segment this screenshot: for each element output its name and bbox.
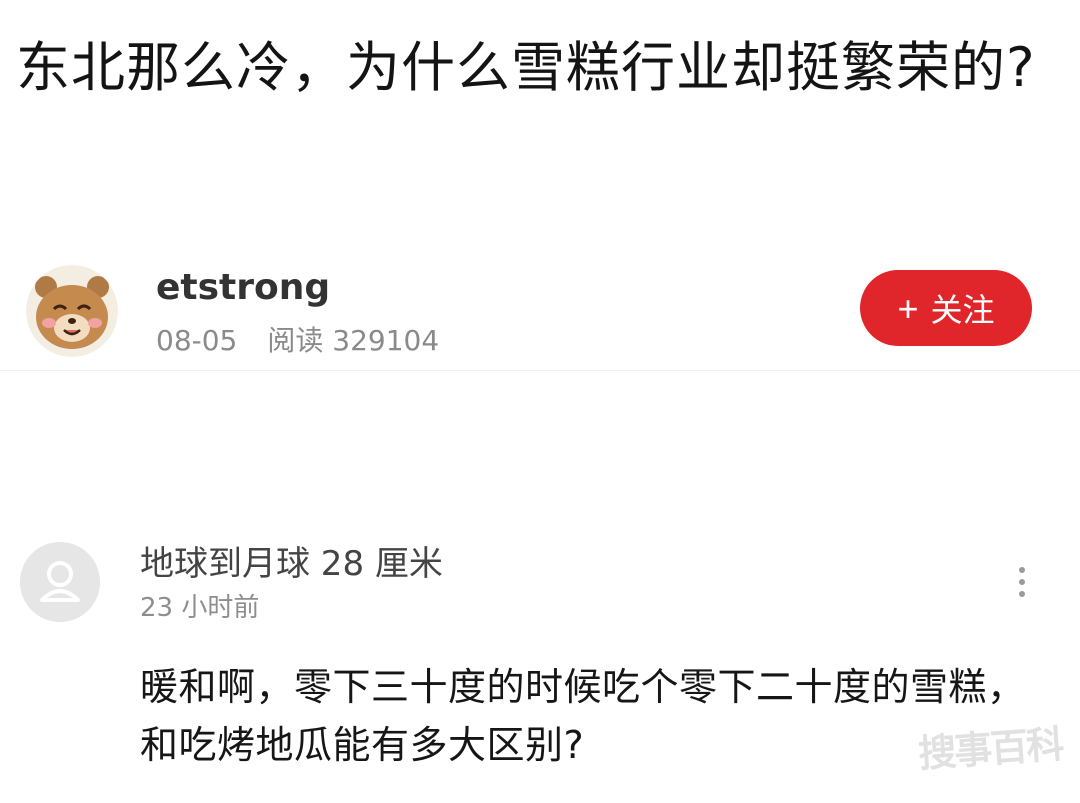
plus-icon: + xyxy=(897,288,919,329)
default-user-icon xyxy=(20,542,100,622)
follow-button-label: 关注 xyxy=(930,292,995,328)
comment-body: 暖和啊，零下三十度的时候吃个零下二十度的雪糕，和吃烤地瓜能有多大区别? xyxy=(140,665,1026,767)
comment-username[interactable]: 地球到月球 28 厘米 xyxy=(140,540,443,588)
watermark: 搜事百科 xyxy=(916,721,1064,776)
question-title: 东北那么冷，为什么雪糕行业却挺繁荣的? xyxy=(16,36,1036,99)
more-vertical-icon[interactable] xyxy=(1010,564,1034,600)
post-date: 08-05 xyxy=(156,324,238,357)
bear-avatar-icon xyxy=(26,265,118,357)
follow-button[interactable]: + 关注 xyxy=(860,270,1032,346)
author-meta: 08-05 阅读 329104 xyxy=(156,322,439,360)
comment-avatar[interactable] xyxy=(20,542,100,622)
divider xyxy=(0,370,1080,371)
author-avatar[interactable] xyxy=(26,265,118,357)
view-count: 阅读 329104 xyxy=(267,324,440,357)
author-name[interactable]: etstrong xyxy=(156,264,330,312)
comment-time: 23 小时前 xyxy=(140,593,260,623)
